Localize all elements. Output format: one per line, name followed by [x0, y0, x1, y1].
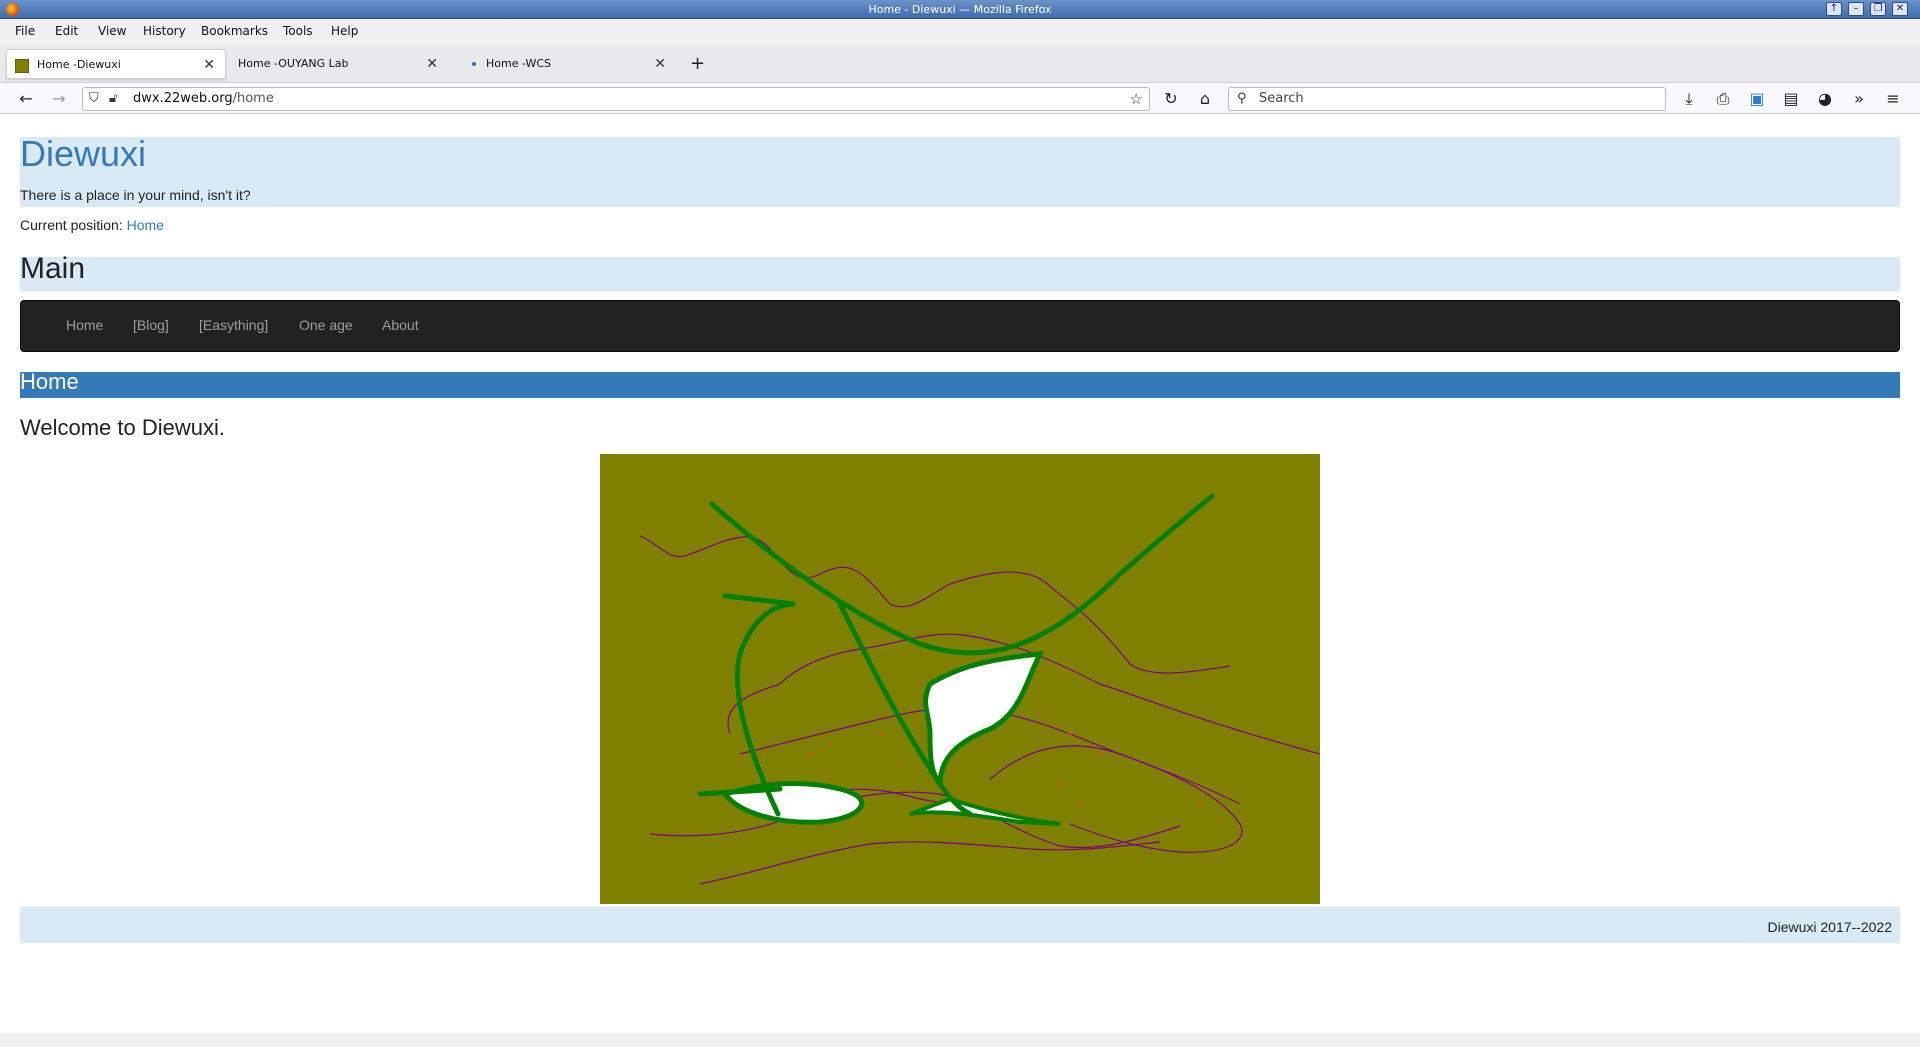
breadcrumb: Current position: Home: [20, 217, 164, 233]
tab-bar: Home -Diewuxi ✕ Home -OUYANG Lab ✕ Home …: [0, 45, 1920, 83]
artwork-drawing: [639, 493, 1321, 885]
bookmark-star-icon[interactable]: ☆: [1130, 88, 1143, 110]
page-content: Diewuxi There is a place in your mind, i…: [0, 115, 1920, 1047]
window-title: Home - Diewuxi — Mozilla Firefox: [868, 3, 1052, 16]
menu-history[interactable]: History: [143, 24, 186, 38]
search-input[interactable]: ⚲ Search: [1228, 87, 1666, 111]
shield-icon[interactable]: ⛉: [89, 88, 99, 110]
site-navbar: Home [Blog] [Easything] One age About: [20, 300, 1900, 352]
reload-icon[interactable]: ↻: [1160, 88, 1182, 110]
section-heading: Home: [20, 369, 79, 394]
hamburger-menu-icon[interactable]: ≡: [1882, 88, 1904, 110]
site-header: [20, 137, 1900, 207]
download-icon[interactable]: ⤓: [1678, 88, 1700, 110]
breadcrumb-label: Current position:: [20, 217, 123, 233]
home-icon[interactable]: ⌂: [1194, 88, 1216, 110]
tab-label: Home -OUYANG Lab: [238, 57, 349, 70]
navigation-toolbar: ← → ⛉ 🔓︎ dwx.22web.org/home ☆ ↻ ⌂ ⚲ Sear…: [0, 83, 1920, 114]
tab-wcs[interactable]: Home -WCS ✕: [470, 49, 676, 79]
main-heading: Main: [20, 252, 86, 285]
tab-ouyang-lab[interactable]: Home -OUYANG Lab ✕: [230, 49, 448, 79]
status-strip: [0, 1033, 1920, 1047]
menu-help[interactable]: Help: [331, 24, 358, 38]
menu-edit[interactable]: Edit: [55, 24, 78, 38]
breadcrumb-home-link[interactable]: Home: [127, 217, 164, 233]
back-arrow-icon[interactable]: ←: [15, 88, 37, 110]
screenshot-icon[interactable]: ▣: [1746, 88, 1768, 110]
artwork-image: [600, 454, 1321, 904]
forward-arrow-icon[interactable]: →: [48, 88, 70, 110]
new-tab-icon[interactable]: +: [690, 53, 705, 74]
url-text[interactable]: dwx.22web.org/home: [133, 88, 274, 110]
search-icon: ⚲: [1237, 91, 1247, 106]
site-favicon: [15, 59, 29, 73]
close-icon[interactable]: ✕: [203, 50, 215, 80]
nav-one-age[interactable]: One age: [299, 317, 353, 333]
window-close-button[interactable]: ✕: [1892, 2, 1908, 16]
site-tagline: There is a place in your mind, isn't it?: [20, 187, 251, 203]
tab-attention-dot: [472, 62, 476, 66]
main-heading-band: [20, 257, 1900, 291]
tab-diewuxi[interactable]: Home -Diewuxi ✕: [6, 49, 226, 79]
nav-easything[interactable]: [Easything]: [199, 317, 268, 333]
close-icon[interactable]: ✕: [654, 49, 666, 79]
overflow-chevron-icon[interactable]: »: [1848, 88, 1870, 110]
print-icon[interactable]: ⎙: [1712, 88, 1734, 110]
window-titlebar: Home - Diewuxi — Mozilla Firefox ↑ – ❐ ✕: [0, 0, 1920, 19]
welcome-text: Welcome to Diewuxi.: [20, 415, 225, 440]
tab-label: Home -Diewuxi: [37, 58, 121, 71]
window-minimize-button[interactable]: –: [1848, 2, 1864, 16]
extension-icon[interactable]: ◕: [1814, 88, 1836, 110]
site-footer: [20, 907, 1900, 943]
container-icon[interactable]: ▤: [1780, 88, 1802, 110]
lock-icon[interactable]: 🔓︎: [109, 88, 117, 110]
menu-bar: File Edit View History Bookmarks Tools H…: [0, 19, 1920, 45]
nav-blog[interactable]: [Blog]: [133, 317, 169, 333]
menu-bookmarks[interactable]: Bookmarks: [201, 24, 268, 38]
nav-home[interactable]: Home: [66, 317, 103, 333]
site-title[interactable]: Diewuxi: [20, 133, 146, 175]
url-bar[interactable]: ⛉ 🔓︎ dwx.22web.org/home ☆: [82, 87, 1150, 111]
window-maximize-button[interactable]: ❐: [1870, 2, 1886, 16]
nav-about[interactable]: About: [382, 317, 419, 333]
tab-label: Home -WCS: [486, 57, 552, 70]
menu-view[interactable]: View: [98, 24, 126, 38]
footer-copyright: Diewuxi 2017--2022: [1767, 919, 1892, 935]
firefox-icon: [6, 3, 19, 16]
window-restore-up-button[interactable]: ↑: [1826, 2, 1842, 16]
menu-file[interactable]: File: [15, 24, 35, 38]
close-icon[interactable]: ✕: [426, 49, 438, 79]
section-heading-band: [20, 372, 1900, 398]
menu-tools[interactable]: Tools: [283, 24, 313, 38]
search-placeholder: Search: [1259, 91, 1304, 106]
